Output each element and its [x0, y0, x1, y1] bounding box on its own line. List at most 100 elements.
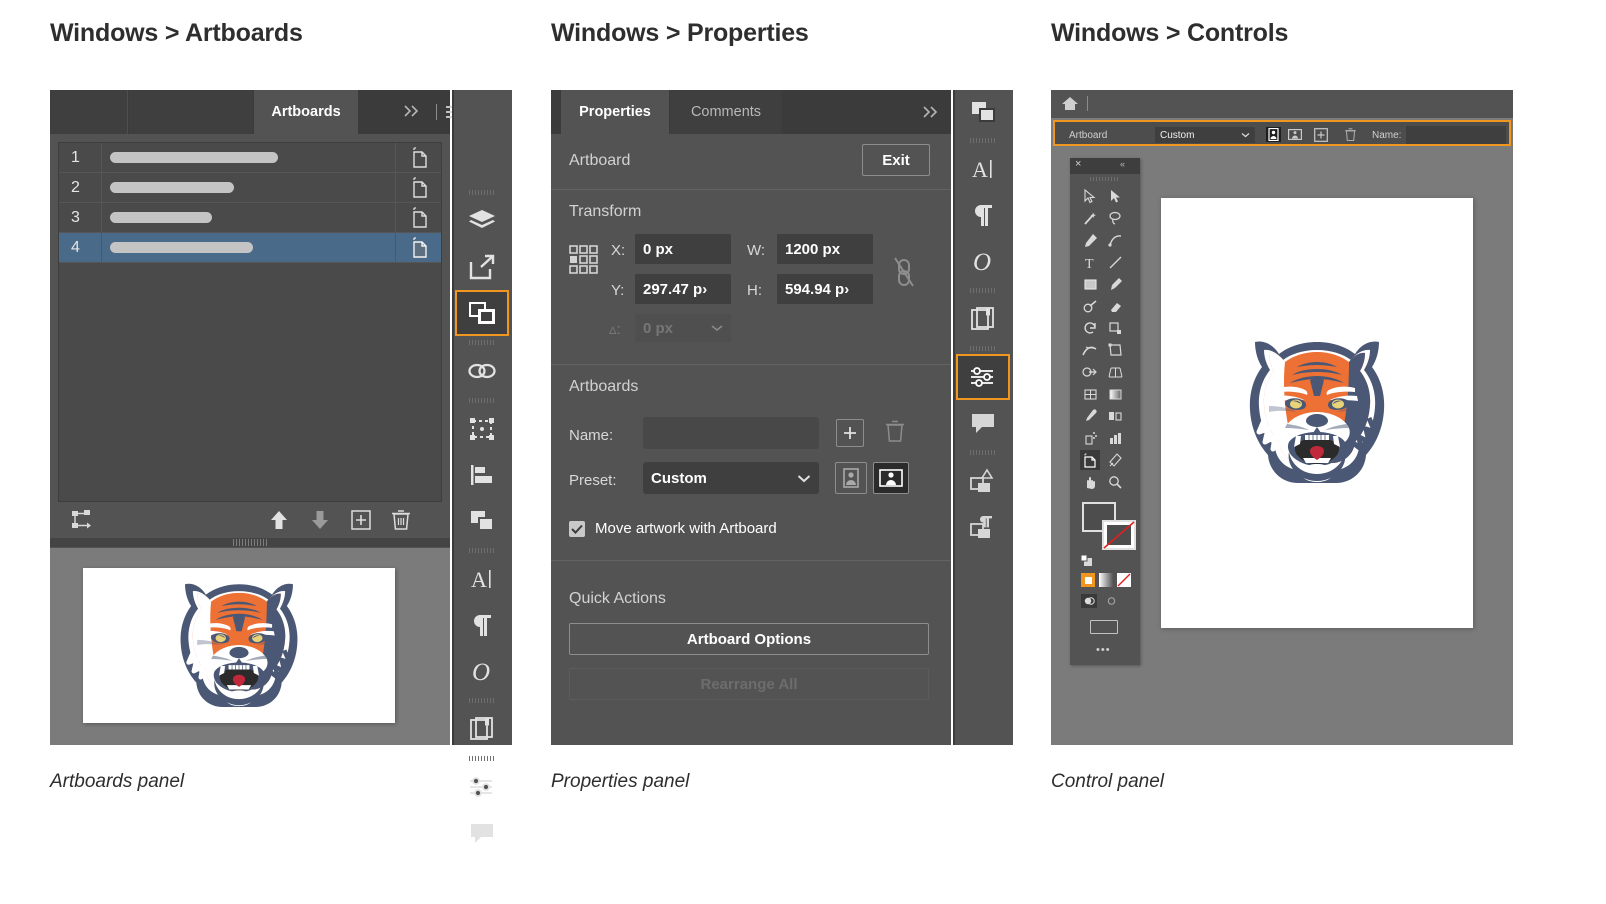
- horizontal-scrollbar[interactable]: [50, 538, 450, 547]
- dock-grip[interactable]: [455, 544, 509, 556]
- portrait-orientation-button[interactable]: [835, 462, 867, 494]
- lasso-tool[interactable]: [1105, 208, 1125, 228]
- pen-tool[interactable]: [1080, 230, 1100, 250]
- control-new-artboard-button[interactable]: [1314, 128, 1328, 142]
- width-tool[interactable]: [1080, 340, 1100, 360]
- dock-glyphs-icon[interactable]: O: [956, 238, 1010, 284]
- artboard-row-icon[interactable]: [395, 143, 441, 172]
- dock-character-icon[interactable]: A: [455, 556, 509, 602]
- table-row[interactable]: 3: [59, 203, 441, 233]
- magic-wand-tool[interactable]: [1080, 208, 1100, 228]
- scale-tool[interactable]: [1105, 318, 1125, 338]
- dock-pathfinder-icon[interactable]: [455, 498, 509, 544]
- unlink-proportions-icon[interactable]: [892, 255, 916, 289]
- dock-glyphs-icon[interactable]: O: [455, 648, 509, 694]
- shaper-tool[interactable]: [1080, 296, 1100, 316]
- move-artwork-checkbox[interactable]: [569, 520, 585, 537]
- control-name-input[interactable]: [1406, 126, 1506, 144]
- control-preset-select[interactable]: Custom: [1155, 127, 1255, 143]
- dock-libraries-icon[interactable]: [956, 296, 1010, 342]
- slice-tool[interactable]: [1105, 450, 1125, 470]
- tab-placeholder-2[interactable]: [129, 90, 253, 134]
- reference-point-icon[interactable]: [569, 245, 599, 275]
- table-row[interactable]: 1: [59, 143, 441, 173]
- collapse-panel-icon[interactable]: [921, 104, 943, 120]
- dock-layers-icon[interactable]: [455, 198, 509, 244]
- new-artboard-button[interactable]: [836, 419, 864, 447]
- draw-behind-icon[interactable]: [1103, 594, 1119, 608]
- dock-grip[interactable]: [956, 446, 1010, 458]
- artboard-row-icon[interactable]: [395, 233, 441, 262]
- tab-placeholder-1[interactable]: [50, 90, 128, 134]
- control-delete-artboard-button[interactable]: [1344, 127, 1357, 142]
- dock-artboards-icon[interactable]: [455, 290, 509, 336]
- dock-paragraph-icon[interactable]: [956, 192, 1010, 238]
- tab-comments[interactable]: Comments: [670, 90, 782, 134]
- collapse-panel-icon[interactable]: [402, 103, 424, 119]
- dock-links-icon[interactable]: [455, 348, 509, 394]
- direct-selection-tool[interactable]: [1105, 186, 1125, 206]
- tab-artboards[interactable]: Artboards: [254, 90, 358, 134]
- tools-collapse-icon[interactable]: «: [1120, 159, 1125, 169]
- preset-select[interactable]: Custom: [643, 462, 819, 494]
- control-portrait-button[interactable]: [1266, 127, 1281, 142]
- dock-comments-icon[interactable]: [956, 400, 1010, 446]
- artboard-name-input[interactable]: [643, 417, 819, 449]
- dock-paragraph-icon[interactable]: [455, 602, 509, 648]
- dock-grip[interactable]: [956, 342, 1010, 354]
- column-graph-tool[interactable]: [1105, 428, 1125, 448]
- dock-grip[interactable]: [455, 186, 509, 198]
- delete-artboard-icon[interactable]: [390, 508, 412, 532]
- type-tool[interactable]: T: [1080, 252, 1100, 272]
- eraser-tool[interactable]: [1105, 296, 1125, 316]
- draw-normal-icon[interactable]: [1081, 594, 1097, 608]
- new-artboard-icon[interactable]: [350, 509, 372, 531]
- artboard-tool[interactable]: [1080, 450, 1100, 470]
- rectangle-tool[interactable]: [1080, 274, 1100, 294]
- dock-grip[interactable]: [956, 134, 1010, 146]
- none-swatch-icon[interactable]: [1117, 573, 1131, 587]
- artboard-row-icon[interactable]: [395, 173, 441, 202]
- gradient-swatch-icon[interactable]: [1099, 573, 1113, 587]
- rearrange-artboards-icon[interactable]: [70, 508, 94, 532]
- edit-toolbar-icon[interactable]: •••: [1096, 644, 1111, 656]
- color-swatch-icon[interactable]: [1081, 573, 1095, 587]
- tab-properties[interactable]: Properties: [561, 90, 669, 134]
- dock-paragraph-styles-icon[interactable]: [956, 504, 1010, 550]
- control-landscape-button[interactable]: [1287, 127, 1302, 142]
- artboards-list[interactable]: 1 2 3 4: [58, 142, 442, 502]
- stroke-swatch[interactable]: [1102, 520, 1136, 550]
- paintbrush-tool[interactable]: [1105, 274, 1125, 294]
- mesh-tool[interactable]: [1080, 384, 1100, 404]
- curvature-tool[interactable]: [1105, 230, 1125, 250]
- shape-builder-tool[interactable]: [1080, 362, 1100, 382]
- dock-libraries-icon[interactable]: [455, 706, 509, 752]
- move-up-icon[interactable]: [268, 508, 290, 532]
- hand-tool[interactable]: [1080, 472, 1100, 492]
- table-row[interactable]: 2: [59, 173, 441, 203]
- home-icon[interactable]: [1061, 95, 1079, 112]
- tools-close-icon[interactable]: ×: [1075, 158, 1081, 170]
- line-segment-tool[interactable]: [1105, 252, 1125, 272]
- change-screen-mode-icon[interactable]: [1090, 620, 1118, 634]
- delete-artboard-button[interactable]: [884, 418, 906, 444]
- y-field[interactable]: 297.47 p›: [635, 274, 731, 304]
- dock-transform-icon[interactable]: [455, 406, 509, 452]
- symbol-sprayer-tool[interactable]: [1080, 428, 1100, 448]
- h-field[interactable]: 594.94 p›: [777, 274, 873, 304]
- dock-properties-icon[interactable]: [455, 764, 509, 810]
- dock-grip[interactable]: [455, 336, 509, 348]
- dock-comments-icon[interactable]: [455, 810, 509, 856]
- blend-tool[interactable]: [1105, 406, 1125, 426]
- rotate-tool[interactable]: [1080, 318, 1100, 338]
- dock-grip[interactable]: [956, 284, 1010, 296]
- artboard-options-button[interactable]: Artboard Options: [569, 623, 929, 655]
- tools-grip[interactable]: [1090, 177, 1118, 181]
- landscape-orientation-button[interactable]: [873, 462, 909, 494]
- move-down-icon[interactable]: [309, 508, 331, 532]
- exit-button[interactable]: Exit: [862, 144, 930, 176]
- dock-grip[interactable]: [455, 752, 509, 764]
- eyedropper-tool[interactable]: [1080, 406, 1100, 426]
- dock-asset-export-icon[interactable]: [455, 244, 509, 290]
- w-field[interactable]: 1200 px: [777, 234, 873, 264]
